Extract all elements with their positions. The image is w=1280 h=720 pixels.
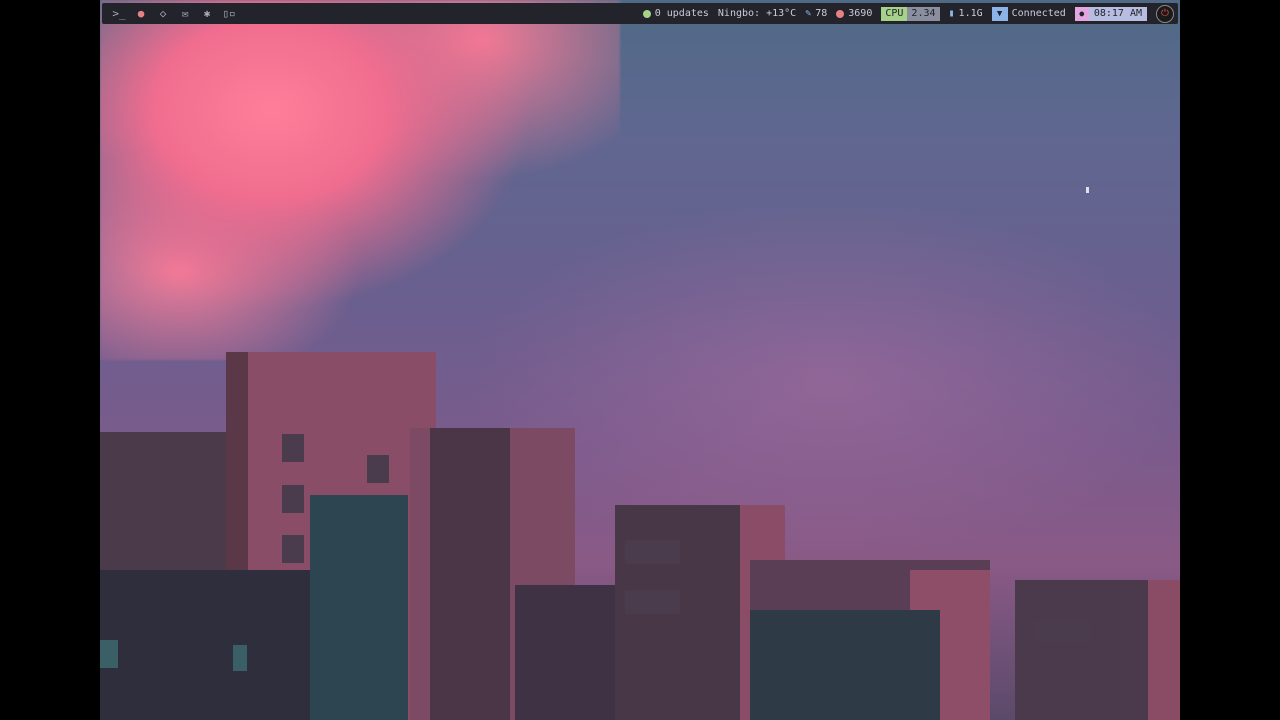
window xyxy=(625,590,680,614)
cpu-label: CPU xyxy=(881,6,908,21)
building-glass-column xyxy=(310,495,408,720)
updates-text: 0 updates xyxy=(654,8,709,19)
network-module[interactable]: ▼ Connected xyxy=(991,6,1066,21)
window xyxy=(367,455,389,483)
clock-text: 08:17 AM xyxy=(1088,6,1147,21)
updates-module[interactable]: 0 updates xyxy=(642,8,709,19)
mail-icon[interactable]: ✉ xyxy=(174,3,196,24)
building-right-glass xyxy=(750,610,940,720)
disk-module[interactable]: ▮ 1.1G xyxy=(949,8,983,19)
window xyxy=(282,485,304,513)
status-modules: 0 updates Ningbo: +13°C ✎ 78 3690 CPU 2.… xyxy=(642,3,1178,24)
clock-module[interactable]: ● 08:17 AM xyxy=(1074,6,1147,21)
window xyxy=(282,434,304,462)
window xyxy=(233,645,247,671)
launcher-icons: >_ ● ◇ ✉ ✱ ▯▫ xyxy=(108,3,240,24)
terminal-icon[interactable]: >_ xyxy=(108,3,130,24)
mouse-cursor xyxy=(1086,187,1089,193)
disk-icon: ▮ xyxy=(948,8,955,19)
memory-module[interactable]: 3690 xyxy=(836,8,872,19)
building-far-right-lit xyxy=(1148,580,1180,720)
building-center-dark xyxy=(430,428,510,720)
memory-text: 3690 xyxy=(848,8,873,19)
firefox-icon[interactable]: ● xyxy=(130,3,152,24)
power-icon[interactable]: ⏻ xyxy=(1156,4,1174,23)
desktop-wallpaper xyxy=(100,0,1180,720)
brightness-module[interactable]: ✎ 78 xyxy=(805,8,827,19)
clock-icon: ● xyxy=(1074,6,1089,21)
update-icon xyxy=(642,9,651,18)
wifi-icon: ▼ xyxy=(991,6,1008,21)
window xyxy=(282,535,304,563)
cpu-module[interactable]: CPU xyxy=(881,6,908,21)
network-text: Connected xyxy=(1011,8,1066,19)
disk-text: 1.1G xyxy=(958,8,983,19)
pocket-icon[interactable]: ◇ xyxy=(152,3,174,24)
layout-icon[interactable]: ▯▫ xyxy=(218,3,240,24)
window xyxy=(1035,620,1090,642)
cpu-value: 2.34 xyxy=(907,6,940,21)
brightness-text: 78 xyxy=(815,8,828,19)
building-center-low xyxy=(515,585,625,720)
window xyxy=(100,640,118,668)
brightness-icon: ✎ xyxy=(805,8,812,19)
top-status-bar: >_ ● ◇ ✉ ✱ ▯▫ 0 updates Ningbo: +13°C ✎ … xyxy=(102,3,1178,24)
settings-icon[interactable]: ✱ xyxy=(196,3,218,24)
weather-module[interactable]: Ningbo: +13°C xyxy=(718,8,796,19)
weather-text: Ningbo: +13°C xyxy=(717,8,797,19)
window xyxy=(625,540,680,564)
memory-icon xyxy=(836,9,845,18)
